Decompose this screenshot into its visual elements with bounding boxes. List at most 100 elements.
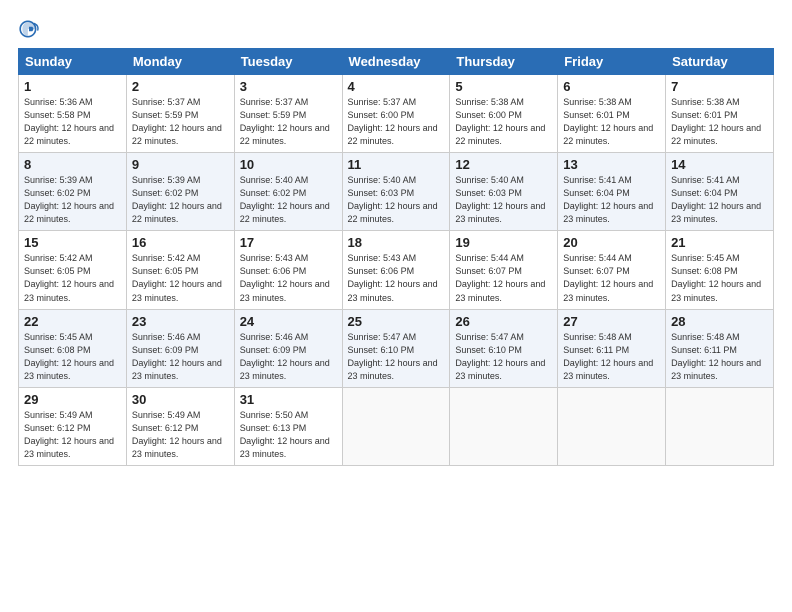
day-info: Sunrise: 5:46 AMSunset: 6:09 PMDaylight:… — [132, 332, 222, 381]
day-info: Sunrise: 5:39 AMSunset: 6:02 PMDaylight:… — [24, 175, 114, 224]
table-row: 3 Sunrise: 5:37 AMSunset: 5:59 PMDayligh… — [234, 75, 342, 153]
header-row: Sunday Monday Tuesday Wednesday Thursday… — [19, 49, 774, 75]
table-row: 4 Sunrise: 5:37 AMSunset: 6:00 PMDayligh… — [342, 75, 450, 153]
th-sunday: Sunday — [19, 49, 127, 75]
day-info: Sunrise: 5:38 AMSunset: 6:01 PMDaylight:… — [563, 97, 653, 146]
day-info: Sunrise: 5:38 AMSunset: 6:01 PMDaylight:… — [671, 97, 761, 146]
day-info: Sunrise: 5:43 AMSunset: 6:06 PMDaylight:… — [240, 253, 330, 302]
table-row — [450, 387, 558, 465]
page: Sunday Monday Tuesday Wednesday Thursday… — [0, 0, 792, 612]
day-info: Sunrise: 5:42 AMSunset: 6:05 PMDaylight:… — [132, 253, 222, 302]
th-friday: Friday — [558, 49, 666, 75]
day-number: 5 — [455, 79, 552, 94]
day-number: 29 — [24, 392, 121, 407]
table-row: 17 Sunrise: 5:43 AMSunset: 6:06 PMDaylig… — [234, 231, 342, 309]
day-info: Sunrise: 5:40 AMSunset: 6:03 PMDaylight:… — [348, 175, 438, 224]
table-row: 23 Sunrise: 5:46 AMSunset: 6:09 PMDaylig… — [126, 309, 234, 387]
table-row: 21 Sunrise: 5:45 AMSunset: 6:08 PMDaylig… — [666, 231, 774, 309]
day-number: 19 — [455, 235, 552, 250]
table-row: 6 Sunrise: 5:38 AMSunset: 6:01 PMDayligh… — [558, 75, 666, 153]
day-info: Sunrise: 5:47 AMSunset: 6:10 PMDaylight:… — [455, 332, 545, 381]
th-saturday: Saturday — [666, 49, 774, 75]
table-row: 18 Sunrise: 5:43 AMSunset: 6:06 PMDaylig… — [342, 231, 450, 309]
day-info: Sunrise: 5:47 AMSunset: 6:10 PMDaylight:… — [348, 332, 438, 381]
day-number: 31 — [240, 392, 337, 407]
th-wednesday: Wednesday — [342, 49, 450, 75]
table-row: 30 Sunrise: 5:49 AMSunset: 6:12 PMDaylig… — [126, 387, 234, 465]
table-row: 15 Sunrise: 5:42 AMSunset: 6:05 PMDaylig… — [19, 231, 127, 309]
day-number: 26 — [455, 314, 552, 329]
day-info: Sunrise: 5:36 AMSunset: 5:58 PMDaylight:… — [24, 97, 114, 146]
day-info: Sunrise: 5:44 AMSunset: 6:07 PMDaylight:… — [563, 253, 653, 302]
table-row: 16 Sunrise: 5:42 AMSunset: 6:05 PMDaylig… — [126, 231, 234, 309]
table-row: 5 Sunrise: 5:38 AMSunset: 6:00 PMDayligh… — [450, 75, 558, 153]
day-info: Sunrise: 5:48 AMSunset: 6:11 PMDaylight:… — [563, 332, 653, 381]
day-info: Sunrise: 5:37 AMSunset: 6:00 PMDaylight:… — [348, 97, 438, 146]
generalblue-logo-icon — [18, 18, 40, 40]
day-number: 1 — [24, 79, 121, 94]
table-row: 31 Sunrise: 5:50 AMSunset: 6:13 PMDaylig… — [234, 387, 342, 465]
th-monday: Monday — [126, 49, 234, 75]
table-row: 1 Sunrise: 5:36 AMSunset: 5:58 PMDayligh… — [19, 75, 127, 153]
day-number: 11 — [348, 157, 445, 172]
table-row: 29 Sunrise: 5:49 AMSunset: 6:12 PMDaylig… — [19, 387, 127, 465]
table-row: 26 Sunrise: 5:47 AMSunset: 6:10 PMDaylig… — [450, 309, 558, 387]
day-number: 20 — [563, 235, 660, 250]
table-row: 10 Sunrise: 5:40 AMSunset: 6:02 PMDaylig… — [234, 153, 342, 231]
day-number: 15 — [24, 235, 121, 250]
day-info: Sunrise: 5:46 AMSunset: 6:09 PMDaylight:… — [240, 332, 330, 381]
day-number: 22 — [24, 314, 121, 329]
th-tuesday: Tuesday — [234, 49, 342, 75]
table-row: 20 Sunrise: 5:44 AMSunset: 6:07 PMDaylig… — [558, 231, 666, 309]
table-row — [666, 387, 774, 465]
table-row: 7 Sunrise: 5:38 AMSunset: 6:01 PMDayligh… — [666, 75, 774, 153]
header — [18, 18, 774, 40]
day-number: 17 — [240, 235, 337, 250]
day-number: 14 — [671, 157, 768, 172]
day-info: Sunrise: 5:45 AMSunset: 6:08 PMDaylight:… — [671, 253, 761, 302]
day-info: Sunrise: 5:37 AMSunset: 5:59 PMDaylight:… — [132, 97, 222, 146]
day-number: 3 — [240, 79, 337, 94]
table-row — [342, 387, 450, 465]
table-row: 28 Sunrise: 5:48 AMSunset: 6:11 PMDaylig… — [666, 309, 774, 387]
day-info: Sunrise: 5:50 AMSunset: 6:13 PMDaylight:… — [240, 410, 330, 459]
day-info: Sunrise: 5:40 AMSunset: 6:02 PMDaylight:… — [240, 175, 330, 224]
day-info: Sunrise: 5:48 AMSunset: 6:11 PMDaylight:… — [671, 332, 761, 381]
table-row: 9 Sunrise: 5:39 AMSunset: 6:02 PMDayligh… — [126, 153, 234, 231]
calendar-table: Sunday Monday Tuesday Wednesday Thursday… — [18, 48, 774, 466]
day-number: 9 — [132, 157, 229, 172]
day-number: 30 — [132, 392, 229, 407]
day-number: 25 — [348, 314, 445, 329]
day-info: Sunrise: 5:38 AMSunset: 6:00 PMDaylight:… — [455, 97, 545, 146]
day-number: 21 — [671, 235, 768, 250]
logo — [18, 18, 42, 40]
table-row: 14 Sunrise: 5:41 AMSunset: 6:04 PMDaylig… — [666, 153, 774, 231]
day-info: Sunrise: 5:49 AMSunset: 6:12 PMDaylight:… — [24, 410, 114, 459]
table-row: 12 Sunrise: 5:40 AMSunset: 6:03 PMDaylig… — [450, 153, 558, 231]
table-row: 27 Sunrise: 5:48 AMSunset: 6:11 PMDaylig… — [558, 309, 666, 387]
table-row — [558, 387, 666, 465]
day-number: 24 — [240, 314, 337, 329]
day-info: Sunrise: 5:43 AMSunset: 6:06 PMDaylight:… — [348, 253, 438, 302]
day-info: Sunrise: 5:49 AMSunset: 6:12 PMDaylight:… — [132, 410, 222, 459]
table-row: 25 Sunrise: 5:47 AMSunset: 6:10 PMDaylig… — [342, 309, 450, 387]
table-row: 24 Sunrise: 5:46 AMSunset: 6:09 PMDaylig… — [234, 309, 342, 387]
day-number: 13 — [563, 157, 660, 172]
day-info: Sunrise: 5:37 AMSunset: 5:59 PMDaylight:… — [240, 97, 330, 146]
day-info: Sunrise: 5:44 AMSunset: 6:07 PMDaylight:… — [455, 253, 545, 302]
day-number: 6 — [563, 79, 660, 94]
day-number: 2 — [132, 79, 229, 94]
day-info: Sunrise: 5:42 AMSunset: 6:05 PMDaylight:… — [24, 253, 114, 302]
table-row: 11 Sunrise: 5:40 AMSunset: 6:03 PMDaylig… — [342, 153, 450, 231]
day-info: Sunrise: 5:41 AMSunset: 6:04 PMDaylight:… — [671, 175, 761, 224]
day-info: Sunrise: 5:39 AMSunset: 6:02 PMDaylight:… — [132, 175, 222, 224]
day-number: 16 — [132, 235, 229, 250]
table-row: 8 Sunrise: 5:39 AMSunset: 6:02 PMDayligh… — [19, 153, 127, 231]
day-number: 18 — [348, 235, 445, 250]
day-number: 7 — [671, 79, 768, 94]
table-row: 19 Sunrise: 5:44 AMSunset: 6:07 PMDaylig… — [450, 231, 558, 309]
day-number: 8 — [24, 157, 121, 172]
day-number: 10 — [240, 157, 337, 172]
day-number: 4 — [348, 79, 445, 94]
day-number: 23 — [132, 314, 229, 329]
